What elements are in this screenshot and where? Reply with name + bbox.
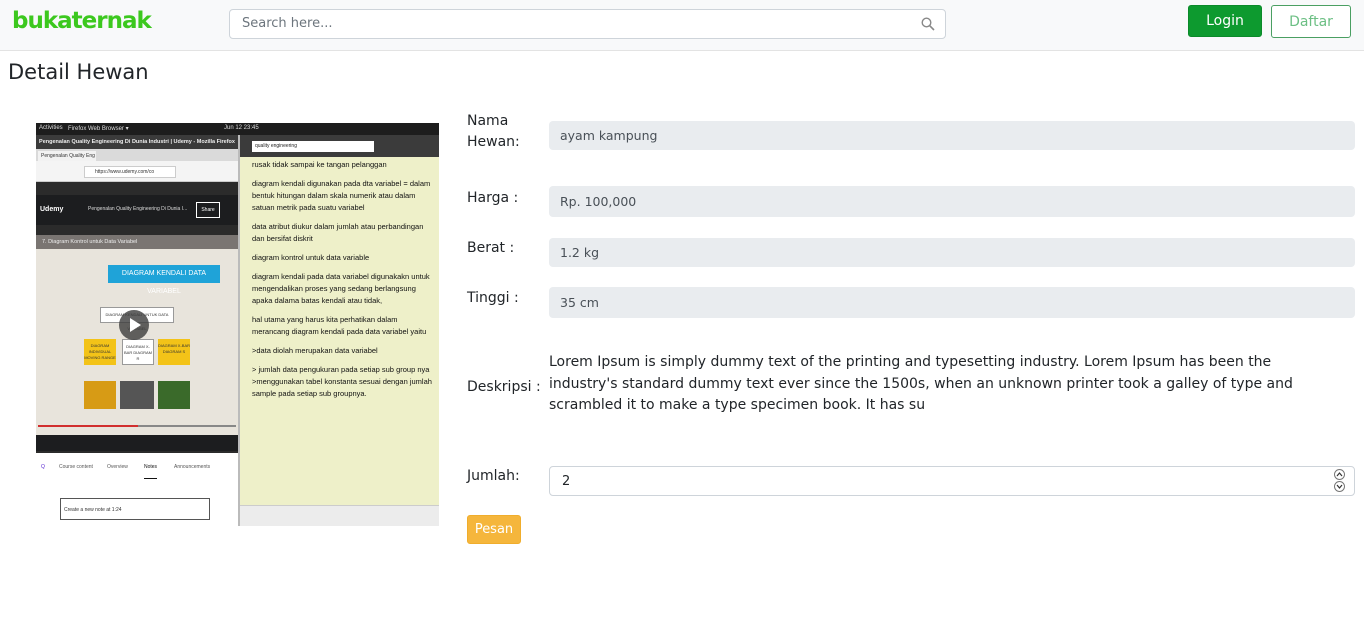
- image-tab-notes: Notes: [144, 464, 158, 479]
- nama-hewan-field: ayam kampung: [549, 121, 1355, 150]
- deskripsi-label: Deskripsi :: [467, 379, 541, 395]
- image-pane-bottom: [240, 505, 439, 526]
- image-os-topbar: Activities Firefox Web Browser ▾ Jun 12 …: [36, 123, 439, 135]
- image-tab: Pengenalan Quality Eng ×: [38, 151, 96, 161]
- tinggi-field: 35 cm: [549, 287, 1355, 318]
- image-video: 7. Diagram Kontrol untuk Data Variabel D…: [36, 235, 238, 437]
- image-share-label: Share: [196, 202, 220, 218]
- image-browser-text: Firefox Web Browser ▾: [68, 126, 129, 132]
- image-diagram-box-1: DIAGRAM INDIVIDUAL MOVING RANGE: [84, 339, 116, 365]
- image-pane-line: >data diolah merupakan data variabel: [252, 346, 378, 355]
- image-video-controls: [36, 435, 238, 451]
- berat-label: Berat :: [467, 240, 515, 256]
- navbar: bukaternak Login Daftar: [0, 0, 1364, 51]
- jumlah-label: Jumlah:: [467, 468, 520, 484]
- image-pane-toolbar: quality engineering: [240, 135, 439, 157]
- image-diagram-note-1: [84, 381, 116, 409]
- image-pane-line: diagram kendali digunakan pada dta varia…: [252, 179, 431, 212]
- spin-up-icon[interactable]: [1334, 469, 1345, 480]
- daftar-button[interactable]: Daftar: [1271, 5, 1351, 38]
- tinggi-label: Tinggi :: [467, 290, 519, 306]
- image-tabbar: Pengenalan Quality Eng ×: [36, 149, 238, 161]
- spin-down-icon[interactable]: [1334, 481, 1345, 492]
- image-diagram-note-3: [158, 381, 190, 409]
- image-search-icon: Q: [41, 464, 45, 470]
- brand-logo[interactable]: bukaternak: [12, 8, 152, 34]
- deskripsi-text: Lorem Ipsum is simply dummy text of the …: [549, 354, 1293, 413]
- image-activities-text: Activities: [39, 125, 63, 131]
- image-pane-line: > jumlah data pengukuran pada setiap sub…: [252, 365, 432, 398]
- image-pane-line: rusak tidak sampai ke tangan pelanggan: [252, 160, 387, 169]
- search-box[interactable]: [229, 9, 946, 39]
- image-tab-overview: Overview: [107, 464, 128, 470]
- image-pane-text: rusak tidak sampai ke tangan pelanggan d…: [252, 159, 437, 407]
- image-video-header: 7. Diagram Kontrol untuk Data Variabel: [36, 235, 238, 249]
- image-udemy-logo: Udemy: [40, 206, 64, 213]
- nama-label-line2: Hewan:: [467, 134, 520, 150]
- harga-field: Rp. 100,000: [549, 186, 1355, 217]
- image-progress-bar: [38, 425, 236, 427]
- image-urlbar: https://www.udemy.com/co: [36, 161, 238, 182]
- image-pane-line: diagram kontrol untuk data variable: [252, 253, 370, 262]
- image-clock-text: Jun 12 23:45: [224, 125, 259, 131]
- image-notes-area: Create a new note at 1:24: [36, 483, 238, 526]
- harga-label: Harga :: [467, 190, 519, 206]
- jumlah-spinner[interactable]: [1334, 469, 1346, 494]
- image-pane-search: quality engineering: [252, 141, 374, 152]
- pesan-button[interactable]: Pesan: [467, 515, 521, 544]
- image-diagram-title: DIAGRAM KENDALI DATA VARIABEL: [108, 265, 220, 295]
- page-title: Detail Hewan: [8, 60, 149, 84]
- jumlah-stepper[interactable]: [549, 466, 1355, 496]
- berat-field: 1.2 kg: [549, 238, 1355, 267]
- image-pane-line: hal utama yang harus kita perhatikan dal…: [252, 315, 427, 336]
- login-button[interactable]: Login: [1188, 5, 1262, 37]
- image-notes-pane: quality engineering rusak tidak sampai k…: [238, 135, 439, 526]
- search-icon[interactable]: [921, 17, 935, 31]
- image-diagram-box-3: DIAGRAM X-BAR DIAGRAM S: [158, 339, 190, 365]
- product-image: Activities Firefox Web Browser ▾ Jun 12 …: [36, 123, 439, 526]
- jumlah-input[interactable]: [560, 473, 1304, 490]
- image-pane-line: data atribut diukur dalam jumlah atau pe…: [252, 222, 424, 243]
- image-course-tabs: Q Course content Overview Notes Announce…: [36, 453, 238, 484]
- nama-label-line1: Nama: [467, 113, 509, 129]
- image-window-title: Pengenalan Quality Engineering Di Dunia …: [36, 135, 238, 149]
- image-pane-line: diagram kendali pada data variabel digun…: [252, 272, 430, 305]
- search-input[interactable]: [240, 15, 914, 32]
- image-tab-announcements: Announcements: [174, 464, 211, 470]
- image-course-title: Pengenalan Quality Engineering Di Dunia …: [88, 206, 188, 212]
- image-url: https://www.udemy.com/co: [84, 166, 176, 178]
- image-diagram-note-2: [120, 381, 154, 409]
- image-udemy-header: Udemy Pengenalan Quality Engineering Di …: [36, 195, 238, 225]
- image-diagram-box-2: DIAGRAM X-BAR DIAGRAM R: [122, 339, 154, 365]
- image-note-input: Create a new note at 1:24: [60, 498, 210, 520]
- image-tab-course-content: Course content: [59, 464, 93, 470]
- image-play-icon: [119, 310, 149, 340]
